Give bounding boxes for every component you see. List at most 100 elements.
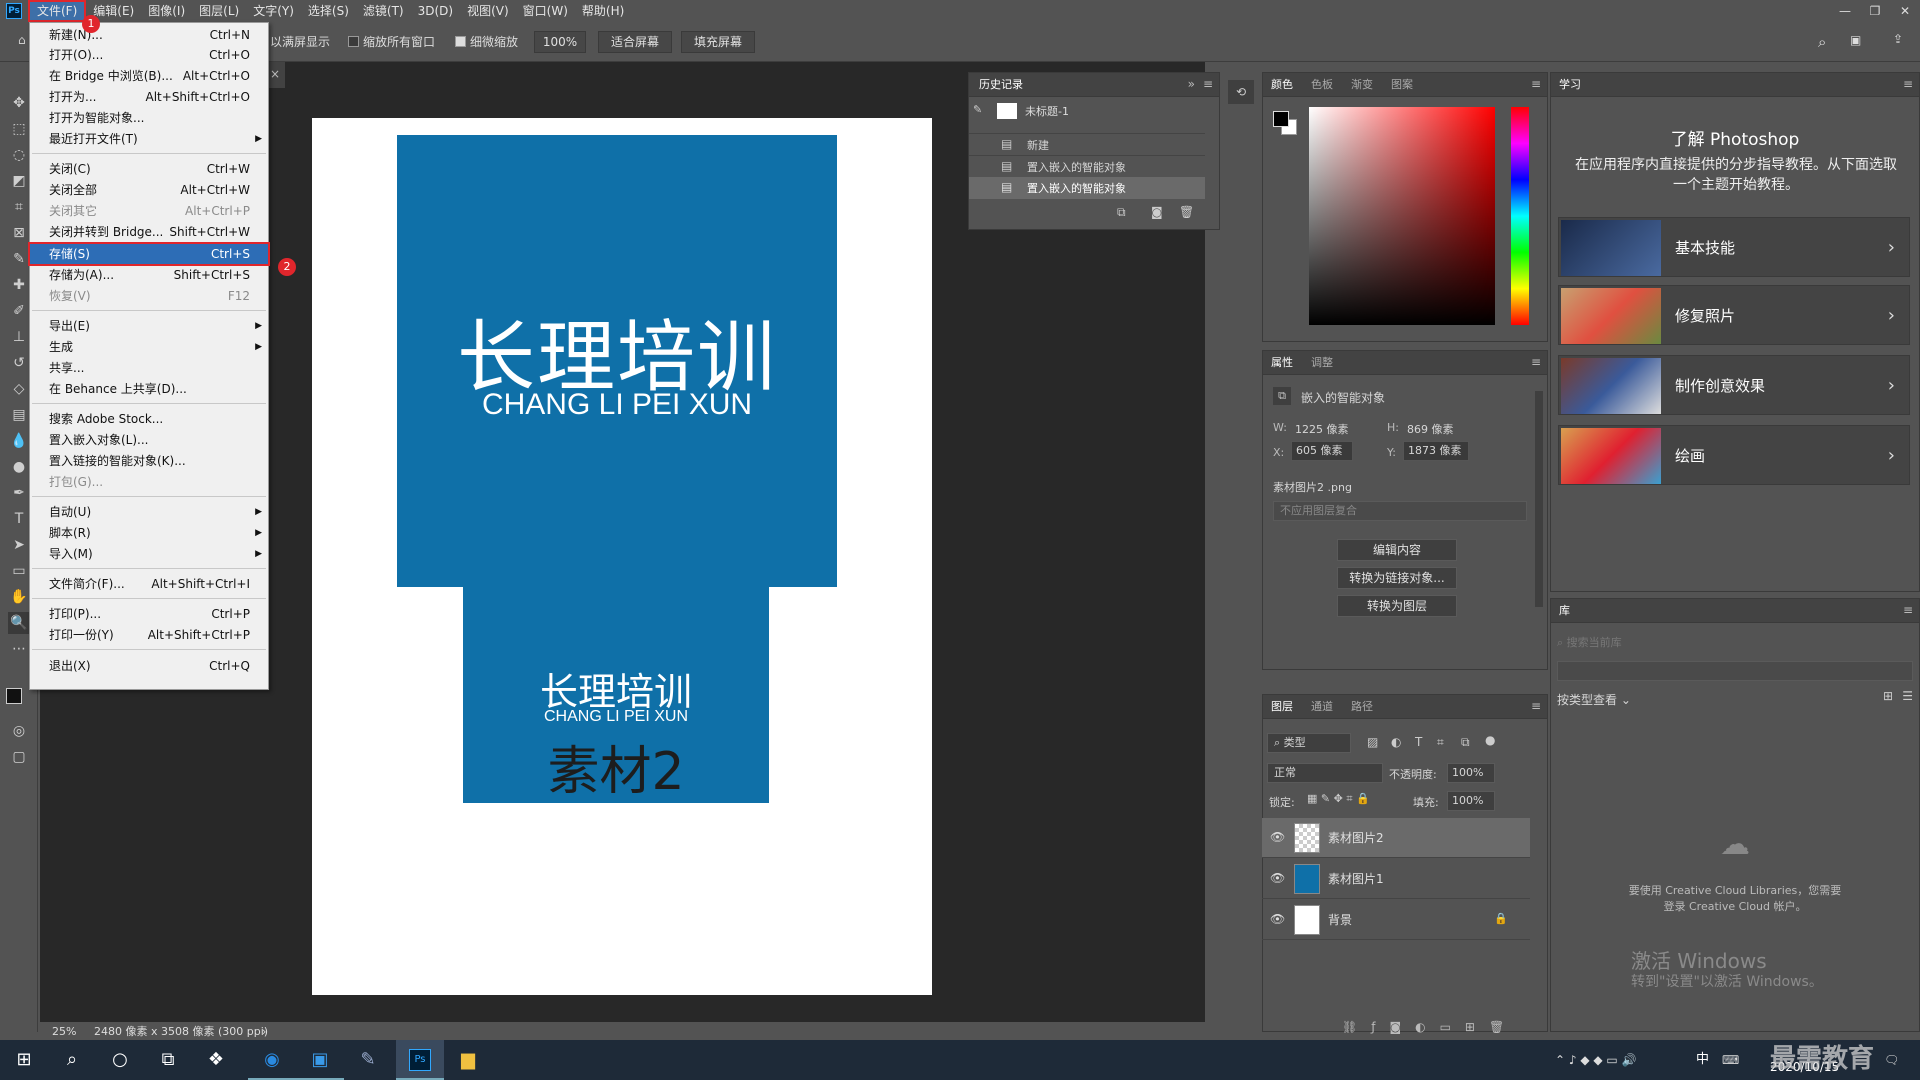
tab-history[interactable]: 历史记录 — [979, 73, 1023, 97]
filter-adjust-icon[interactable]: ◐ — [1391, 735, 1401, 749]
fullscreen-option[interactable]: 以满屏显示 — [270, 31, 330, 53]
menu-filter[interactable]: 滤镜(T) — [356, 0, 411, 22]
screen-mode-icon[interactable]: ▢ — [8, 746, 30, 768]
tab-adjustments[interactable]: 调整 — [1311, 351, 1333, 375]
convert-to-linked-button[interactable]: 转换为链接对象... — [1337, 567, 1457, 589]
learn-item-creative[interactable]: 制作创意效果 › — [1558, 355, 1910, 415]
file-menu-item-recent[interactable]: 最近打开文件(T) ▶ — [30, 129, 268, 149]
w-value[interactable]: 1225 像素 — [1295, 421, 1349, 437]
home-icon[interactable]: ⌂ — [18, 33, 26, 47]
history-collapsed-icon[interactable]: ⟲ — [1228, 80, 1254, 104]
file-menu-item-open-as[interactable]: 打开为... Alt+Shift+Ctrl+O — [30, 87, 268, 107]
file-menu-item-place-embedded[interactable]: 置入嵌入对象(L)... — [30, 430, 268, 450]
tab-layers[interactable]: 图层 — [1271, 695, 1293, 719]
file-menu-item-file-info[interactable]: 文件简介(F)... Alt+Shift+Ctrl+I — [30, 574, 268, 594]
file-menu-item-open[interactable]: 打开(O)... Ctrl+O — [30, 45, 268, 65]
layer-row[interactable]: 👁 背景 🔒 — [1262, 900, 1530, 940]
eyedropper-tool-icon[interactable]: ✎ — [8, 248, 30, 270]
hue-slider[interactable] — [1511, 107, 1529, 325]
tab-swatches[interactable]: 色板 — [1311, 73, 1333, 97]
foreground-swatch[interactable] — [1273, 111, 1289, 127]
layer-comp-select[interactable]: 不应用图层复合 — [1273, 501, 1527, 521]
menu-type[interactable]: 文字(Y) — [246, 0, 301, 22]
tray-icons[interactable]: ⌃ ♪ ◆ ◆ ▭ 🔊 — [1555, 1040, 1637, 1080]
zoom-tool-icon[interactable]: 🔍 — [8, 612, 30, 634]
file-menu-item-new[interactable]: 新建(N)... Ctrl+N — [30, 25, 268, 45]
fit-screen-button[interactable]: 适合屏幕 — [598, 31, 673, 53]
photoshop-taskbar-icon[interactable]: Ps — [396, 1040, 444, 1080]
collapse-icon[interactable]: » — [1188, 77, 1195, 91]
pen-tool-icon[interactable]: ✒ — [8, 482, 30, 504]
marquee-tool-icon[interactable]: ⬚ — [8, 118, 30, 140]
learn-item-painting[interactable]: 绘画 › — [1558, 425, 1910, 485]
tab-patterns[interactable]: 图案 — [1391, 73, 1413, 97]
workspace-icon[interactable]: ▣ — [1850, 33, 1861, 47]
file-menu-item-behance[interactable]: 在 Behance 上共享(D)... — [30, 379, 268, 399]
zoom-value-field[interactable]: 100% — [534, 31, 586, 53]
tab-properties[interactable]: 属性 — [1271, 351, 1293, 375]
history-snapshot-label[interactable]: 未标题-1 — [1025, 103, 1069, 119]
share-icon[interactable]: ⇪ — [1893, 32, 1903, 46]
file-explorer-icon[interactable]: ▆ — [444, 1040, 492, 1080]
crop-tool-icon[interactable]: ⌗ — [8, 196, 30, 218]
ime-indicator[interactable]: 中 — [1696, 1040, 1709, 1080]
layer-row[interactable]: 👁 素材图片1 — [1262, 859, 1530, 899]
learn-item-basics[interactable]: 基本技能 › — [1558, 217, 1910, 277]
quick-mask-icon[interactable]: ◎ — [8, 720, 30, 742]
properties-scrollbar[interactable] — [1535, 391, 1543, 607]
app-blue-icon[interactable]: ▣ — [296, 1040, 344, 1080]
windows-start-icon[interactable]: ⊞ — [0, 1040, 48, 1080]
edit-contents-button[interactable]: 编辑内容 — [1337, 539, 1457, 561]
file-menu-item-stock[interactable]: 搜索 Adobe Stock... — [30, 409, 268, 429]
gradient-tool-icon[interactable]: ▤ — [8, 404, 30, 426]
task-view-icon[interactable]: ⧉ — [144, 1040, 192, 1080]
file-menu-item-close-others[interactable]: 关闭其它 Alt+Ctrl+P — [30, 201, 268, 221]
more-tools-icon[interactable]: ⋯ — [8, 638, 30, 660]
status-arrow-icon[interactable]: › — [262, 1022, 266, 1042]
file-menu-item-package[interactable]: 打包(G)... — [30, 472, 268, 492]
layer-row[interactable]: 👁 素材图片2 — [1262, 818, 1530, 858]
tab-gradients[interactable]: 渐变 — [1351, 73, 1373, 97]
filter-shape-icon[interactable]: ⌗ — [1437, 735, 1444, 750]
blur-tool-icon[interactable]: 💧 — [8, 430, 30, 452]
app-icon[interactable]: ❖ — [192, 1040, 240, 1080]
file-menu-item-export[interactable]: 导出(E) ▶ — [30, 316, 268, 336]
move-tool-icon[interactable]: ✥ — [8, 92, 30, 114]
file-menu-item-generate[interactable]: 生成 ▶ — [30, 337, 268, 357]
restore-icon[interactable]: ❐ — [1860, 0, 1890, 22]
history-item-current[interactable]: ▤ 置入嵌入的智能对象 — [969, 177, 1205, 199]
camera-icon[interactable]: ◙ — [1151, 205, 1163, 219]
grid-view-icon[interactable]: ⊞ — [1883, 689, 1893, 703]
file-menu-item-bridge[interactable]: 在 Bridge 中浏览(B)... Alt+Ctrl+O — [30, 66, 268, 86]
stamp-tool-icon[interactable]: ⊥ — [8, 326, 30, 348]
scrubby-zoom-option[interactable]: 细微缩放 — [455, 31, 518, 53]
x-field[interactable]: 605 像素 — [1291, 441, 1353, 461]
history-brush-icon[interactable]: ✎ — [973, 103, 982, 116]
panel-menu-icon[interactable]: ≡ — [1531, 699, 1541, 713]
search-icon[interactable]: ⌕ — [1818, 33, 1826, 51]
visibility-eye-icon[interactable]: 👁 — [1270, 830, 1285, 844]
layer-name[interactable]: 素材图片2 — [1328, 818, 1384, 858]
file-menu-item-save-as[interactable]: 存储为(A)... Shift+Ctrl+S — [30, 265, 268, 285]
file-menu-item-share[interactable]: 共享... — [30, 358, 268, 378]
file-menu-item-close[interactable]: 关闭(C) Ctrl+W — [30, 159, 268, 179]
layer-name[interactable]: 素材图片1 — [1328, 859, 1384, 899]
notification-icon[interactable]: 🗨 — [1884, 1040, 1899, 1080]
menu-3d[interactable]: 3D(D) — [411, 0, 460, 22]
eraser-tool-icon[interactable]: ◇ — [8, 378, 30, 400]
history-brush-tool-icon[interactable]: ↺ — [8, 352, 30, 374]
menu-layer[interactable]: 图层(L) — [192, 0, 246, 22]
checkbox-icon[interactable] — [348, 36, 359, 47]
close-icon[interactable]: ✕ — [1890, 0, 1920, 22]
scroll-all-windows-option[interactable]: 缩放所有窗口 — [348, 31, 435, 53]
smart-object-image-1[interactable]: 长理培训 CHANG LI PEI XUN — [397, 135, 837, 587]
file-menu-item-open-smart[interactable]: 打开为智能对象... — [30, 108, 268, 128]
dodge-tool-icon[interactable]: ● — [8, 456, 30, 478]
lock-pixels-icon[interactable]: ▦ ✎ ✥ ⌗ 🔒 — [1307, 792, 1370, 806]
convert-to-layers-button[interactable]: 转换为图层 — [1337, 595, 1457, 617]
file-menu-item-print-one[interactable]: 打印一份(Y) Alt+Shift+Ctrl+P — [30, 625, 268, 645]
cortana-icon[interactable]: ○ — [96, 1040, 144, 1080]
file-menu-item-automate[interactable]: 自动(U) ▶ — [30, 502, 268, 522]
status-zoom[interactable]: 25% — [52, 1022, 76, 1042]
color-field[interactable] — [1309, 107, 1495, 325]
